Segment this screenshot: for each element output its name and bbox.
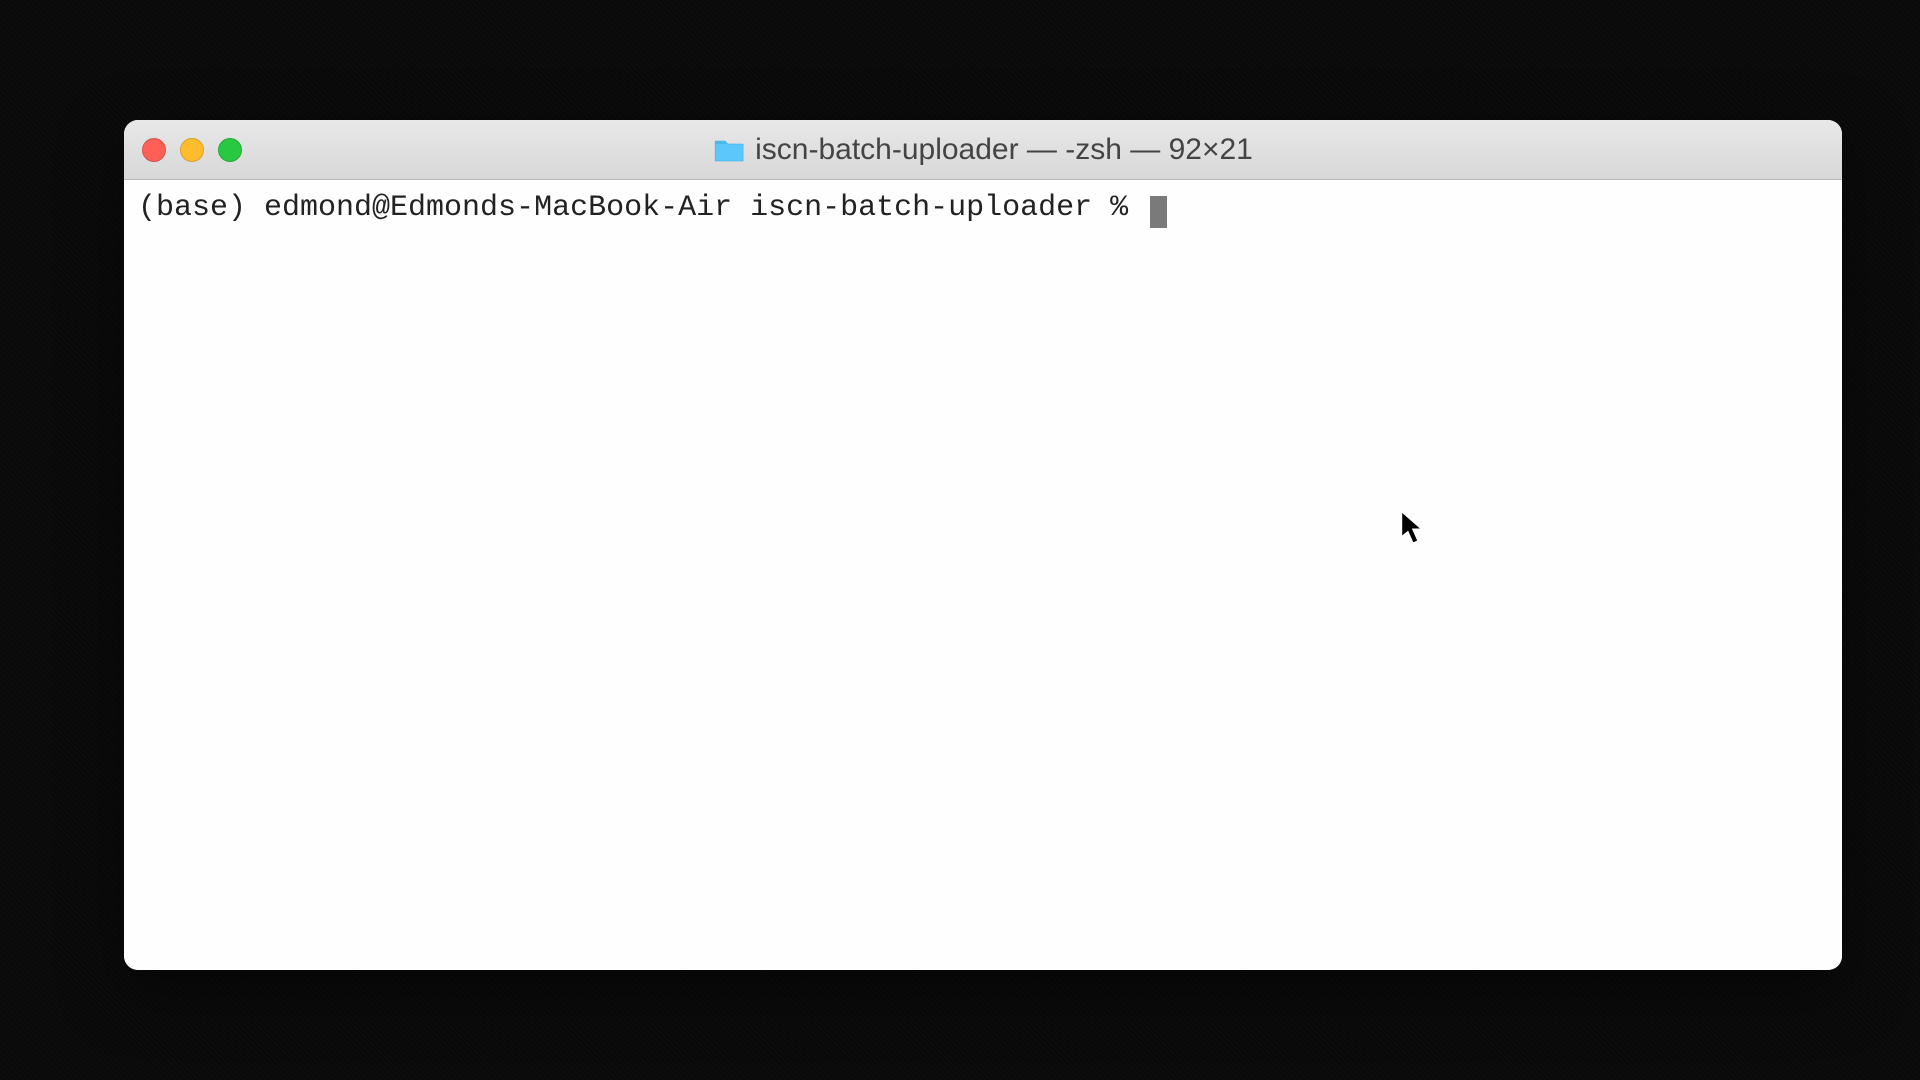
folder-icon bbox=[713, 137, 745, 163]
window-title: iscn-batch-uploader — -zsh — 92×21 bbox=[713, 133, 1253, 167]
terminal-window: iscn-batch-uploader — -zsh — 92×21 (base… bbox=[124, 120, 1842, 970]
terminal-body[interactable]: (base) edmond@Edmonds-MacBook-Air iscn-b… bbox=[124, 180, 1842, 970]
traffic-lights bbox=[142, 138, 242, 162]
close-button[interactable] bbox=[142, 138, 166, 162]
window-title-bar[interactable]: iscn-batch-uploader — -zsh — 92×21 bbox=[124, 120, 1842, 180]
minimize-button[interactable] bbox=[180, 138, 204, 162]
text-cursor bbox=[1150, 196, 1167, 228]
desktop-background: iscn-batch-uploader — -zsh — 92×21 (base… bbox=[0, 0, 1920, 1080]
maximize-button[interactable] bbox=[218, 138, 242, 162]
window-title-text: iscn-batch-uploader — -zsh — 92×21 bbox=[755, 133, 1253, 167]
shell-prompt: (base) edmond@Edmonds-MacBook-Air iscn-b… bbox=[138, 191, 1146, 225]
